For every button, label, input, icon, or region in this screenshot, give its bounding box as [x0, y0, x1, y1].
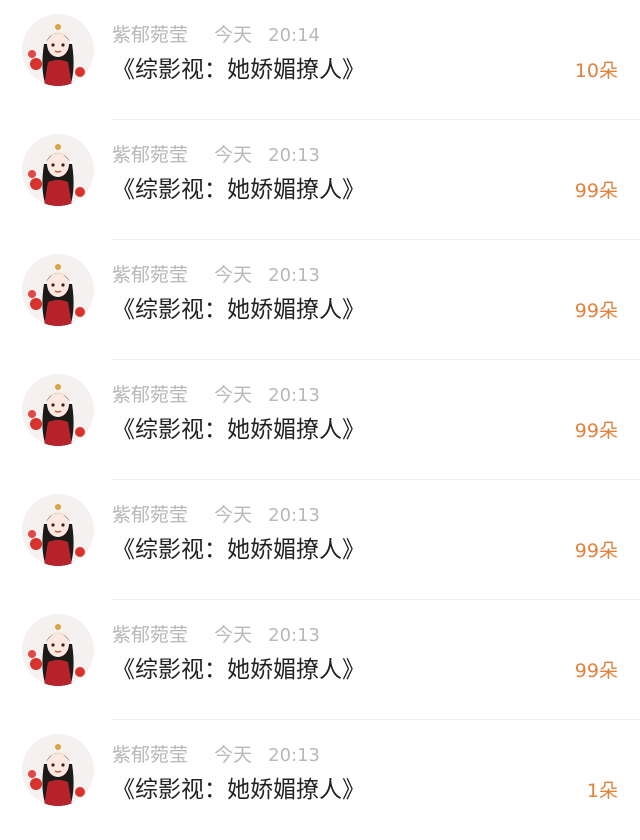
avatar[interactable] — [22, 734, 94, 806]
time-label: 20:14 — [268, 25, 320, 46]
user-name: 紫郁菀莹 — [112, 744, 189, 766]
gift-count: 99朵 — [575, 416, 618, 446]
gift-count: 10朵 — [575, 56, 618, 86]
item-meta: 紫郁菀莹 今天 20:14 — [112, 22, 320, 48]
book-title[interactable]: 《综影视：她娇媚撩人》 — [112, 534, 365, 566]
gift-count-value: 99 — [574, 180, 599, 202]
item-meta: 紫郁菀莹 今天 20:13 — [112, 742, 320, 768]
gift-count: 99朵 — [575, 656, 618, 686]
gift-count-unit: 朵 — [598, 540, 618, 562]
book-title[interactable]: 《综影视：她娇媚撩人》 — [112, 174, 365, 206]
girl-avatar-icon — [22, 254, 94, 326]
avatar[interactable] — [22, 614, 94, 686]
item-meta: 紫郁菀莹 今天 20:13 — [112, 502, 320, 528]
time-label: 20:13 — [268, 745, 320, 766]
avatar[interactable] — [22, 254, 94, 326]
item-meta: 紫郁菀莹 今天 20:13 — [112, 382, 320, 408]
item-meta: 紫郁菀莹 今天 20:13 — [112, 622, 320, 648]
list-item[interactable]: 紫郁菀莹 今天 20:13 《综影视：她娇媚撩人》 99朵 — [0, 360, 640, 480]
girl-avatar-icon — [22, 614, 94, 686]
user-name: 紫郁菀莹 — [112, 264, 189, 286]
gift-count-value: 1 — [586, 780, 599, 802]
item-meta: 紫郁菀莹 今天 20:13 — [112, 142, 320, 168]
date-label: 今天 — [214, 744, 253, 766]
book-title[interactable]: 《综影视：她娇媚撩人》 — [112, 414, 365, 446]
gift-count-value: 99 — [574, 660, 599, 682]
gift-count-value: 99 — [574, 420, 599, 442]
user-name: 紫郁菀莹 — [112, 624, 189, 646]
book-title[interactable]: 《综影视：她娇媚撩人》 — [112, 54, 365, 86]
gift-count: 1朵 — [587, 776, 618, 806]
user-name: 紫郁菀莹 — [112, 504, 189, 526]
date-label: 今天 — [214, 384, 253, 406]
avatar[interactable] — [22, 134, 94, 206]
gift-count-unit: 朵 — [598, 420, 618, 442]
list-item[interactable]: 紫郁菀莹 今天 20:13 《综影视：她娇媚撩人》 99朵 — [0, 480, 640, 600]
girl-avatar-icon — [22, 734, 94, 806]
date-label: 今天 — [214, 504, 253, 526]
avatar[interactable] — [22, 494, 94, 566]
list-item[interactable]: 紫郁菀莹 今天 20:13 《综影视：她娇媚撩人》 99朵 — [0, 120, 640, 240]
gift-count-unit: 朵 — [598, 780, 618, 802]
avatar[interactable] — [22, 14, 94, 86]
user-name: 紫郁菀莹 — [112, 144, 189, 166]
gift-count-unit: 朵 — [598, 60, 618, 82]
book-title[interactable]: 《综影视：她娇媚撩人》 — [112, 294, 365, 326]
girl-avatar-icon — [22, 14, 94, 86]
date-label: 今天 — [214, 264, 253, 286]
gift-count-unit: 朵 — [598, 660, 618, 682]
book-title[interactable]: 《综影视：她娇媚撩人》 — [112, 774, 365, 806]
gift-count: 99朵 — [575, 536, 618, 566]
user-name: 紫郁菀莹 — [112, 24, 189, 46]
date-label: 今天 — [214, 624, 253, 646]
gift-record-list: 紫郁菀莹 今天 20:14 《综影视：她娇媚撩人》 10朵 紫郁菀莹 今天 20… — [0, 0, 640, 832]
girl-avatar-icon — [22, 134, 94, 206]
list-item[interactable]: 紫郁菀莹 今天 20:13 《综影视：她娇媚撩人》 99朵 — [0, 240, 640, 360]
user-name: 紫郁菀莹 — [112, 384, 189, 406]
list-item[interactable]: 紫郁菀莹 今天 20:14 《综影视：她娇媚撩人》 10朵 — [0, 0, 640, 120]
gift-count-value: 99 — [574, 300, 599, 322]
avatar[interactable] — [22, 374, 94, 446]
time-label: 20:13 — [268, 625, 320, 646]
time-label: 20:13 — [268, 385, 320, 406]
gift-count-value: 99 — [574, 540, 599, 562]
time-label: 20:13 — [268, 265, 320, 286]
gift-count: 99朵 — [575, 176, 618, 206]
list-item[interactable]: 紫郁菀莹 今天 20:13 《综影视：她娇媚撩人》 1朵 — [0, 720, 640, 840]
time-label: 20:13 — [268, 505, 320, 526]
time-label: 20:13 — [268, 145, 320, 166]
list-item[interactable]: 紫郁菀莹 今天 20:13 《综影视：她娇媚撩人》 99朵 — [0, 600, 640, 720]
gift-count-unit: 朵 — [598, 180, 618, 202]
gift-count-value: 10 — [574, 60, 599, 82]
gift-count-unit: 朵 — [598, 300, 618, 322]
girl-avatar-icon — [22, 494, 94, 566]
gift-count: 99朵 — [575, 296, 618, 326]
date-label: 今天 — [214, 144, 253, 166]
date-label: 今天 — [214, 24, 253, 46]
book-title[interactable]: 《综影视：她娇媚撩人》 — [112, 654, 365, 686]
girl-avatar-icon — [22, 374, 94, 446]
item-meta: 紫郁菀莹 今天 20:13 — [112, 262, 320, 288]
